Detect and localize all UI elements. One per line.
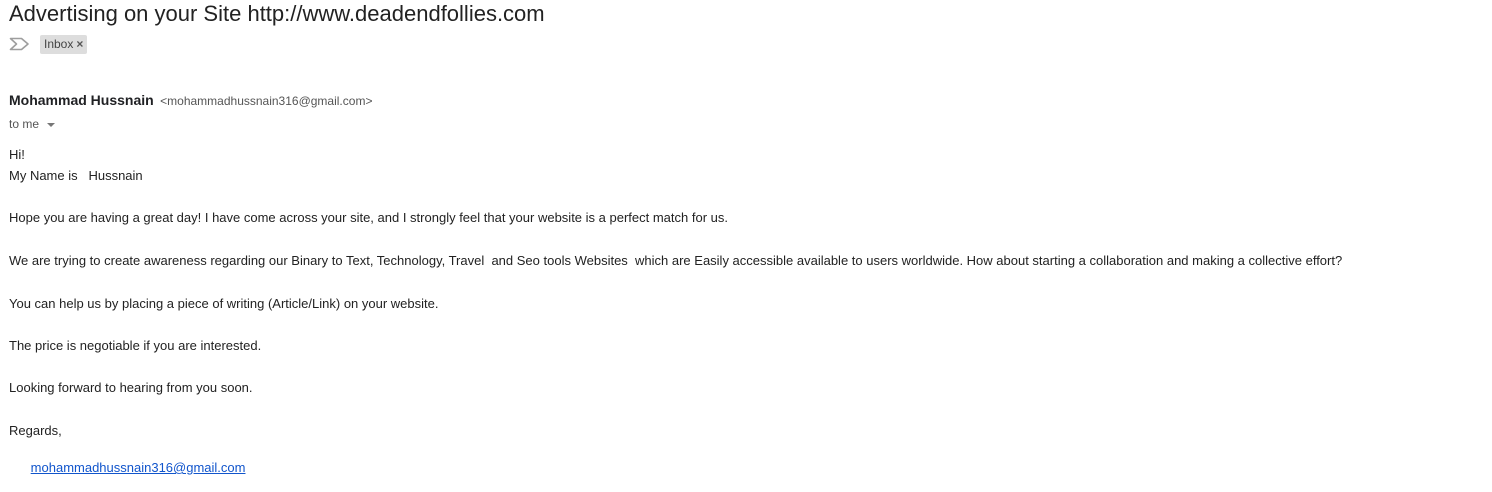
body-paragraph-4: The price is negotiable if you are inter… bbox=[9, 338, 262, 353]
label-chip-inbox[interactable]: Inbox × bbox=[40, 34, 88, 54]
caret-down-icon[interactable] bbox=[47, 122, 56, 127]
recipient-text: to me bbox=[9, 117, 40, 131]
body-paragraph-3: You can help us by placing a piece of wr… bbox=[9, 296, 439, 311]
body-paragraph-2: We are trying to create awareness regard… bbox=[9, 253, 1343, 268]
labels-row: Inbox × bbox=[9, 34, 88, 54]
body-closing: Regards, bbox=[9, 423, 62, 438]
email-subject: Advertising on your Site http://www.dead… bbox=[9, 1, 545, 26]
body-paragraph-5: Looking forward to hearing from you soon… bbox=[9, 380, 253, 395]
body-name-line: My Name is Hussnain bbox=[9, 168, 143, 183]
label-chip-text: Inbox bbox=[44, 36, 74, 51]
sender-email: <mohammadhussnain316@gmail.com> bbox=[160, 94, 373, 108]
body-greeting: Hi! bbox=[9, 147, 25, 162]
body-paragraph-1: Hope you are having a great day! I have … bbox=[9, 210, 728, 225]
important-marker-icon[interactable] bbox=[9, 36, 31, 52]
body-signature: mohammadhussnain316@gmail.com bbox=[9, 444, 246, 492]
sender-row: Mohammad Hussnain <mohammadhussnain316@g… bbox=[9, 92, 372, 112]
remove-label-icon[interactable]: × bbox=[76, 35, 83, 54]
sender-name[interactable]: Mohammad Hussnain bbox=[9, 92, 154, 108]
signature-email-link[interactable]: mohammadhussnain316@gmail.com bbox=[31, 460, 246, 475]
recipient-row: to me bbox=[9, 115, 56, 133]
